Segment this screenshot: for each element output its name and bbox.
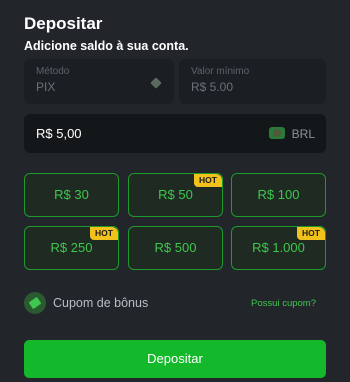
preset-amount-button[interactable]: R$ 30 xyxy=(24,173,119,217)
have-coupon-link[interactable]: Possui cupom? xyxy=(251,298,316,309)
amount-value: R$ 5,00 xyxy=(36,126,82,141)
page-subtitle: Adicione saldo à sua conta. xyxy=(24,39,189,53)
amount-input[interactable]: R$ 5,00 BRL xyxy=(24,114,326,153)
minimum-value-label: Valor mínimo xyxy=(191,66,250,77)
hot-badge: HOT xyxy=(194,174,222,187)
method-value: PIX xyxy=(36,80,56,94)
method-field[interactable]: Método PIX xyxy=(24,59,174,104)
preset-amount-label: R$ 100 xyxy=(257,187,300,202)
preset-amount-label: R$ 1.000 xyxy=(252,240,305,255)
minimum-value-text: R$ 5.00 xyxy=(191,80,234,94)
method-label: Método xyxy=(36,66,70,77)
preset-amount-button[interactable]: R$ 500 xyxy=(128,226,223,270)
ticket-icon xyxy=(24,292,46,314)
currency-label: BRL xyxy=(291,127,315,141)
preset-amount-button[interactable]: R$ 50 HOT xyxy=(128,173,223,217)
pix-icon xyxy=(150,77,162,89)
preset-amount-label: R$ 30 xyxy=(54,187,89,202)
page-title: Depositar xyxy=(24,14,103,33)
minimum-value-field: Valor mínimo R$ 5.00 xyxy=(179,59,326,104)
coupon-label: Cupom de bônus xyxy=(53,296,149,310)
preset-amount-button[interactable]: R$ 1.000 HOT xyxy=(231,226,326,270)
preset-amount-label: R$ 50 xyxy=(158,187,193,202)
preset-amount-button[interactable]: R$ 100 xyxy=(231,173,326,217)
deposit-button[interactable]: Depositar xyxy=(24,340,326,378)
hot-badge: HOT xyxy=(90,227,118,240)
preset-amount-label: R$ 500 xyxy=(154,240,197,255)
brazil-flag-icon xyxy=(269,127,285,139)
preset-amount-label: R$ 250 xyxy=(50,240,93,255)
hot-badge: HOT xyxy=(297,227,325,240)
preset-amount-button[interactable]: R$ 250 HOT xyxy=(24,226,119,270)
